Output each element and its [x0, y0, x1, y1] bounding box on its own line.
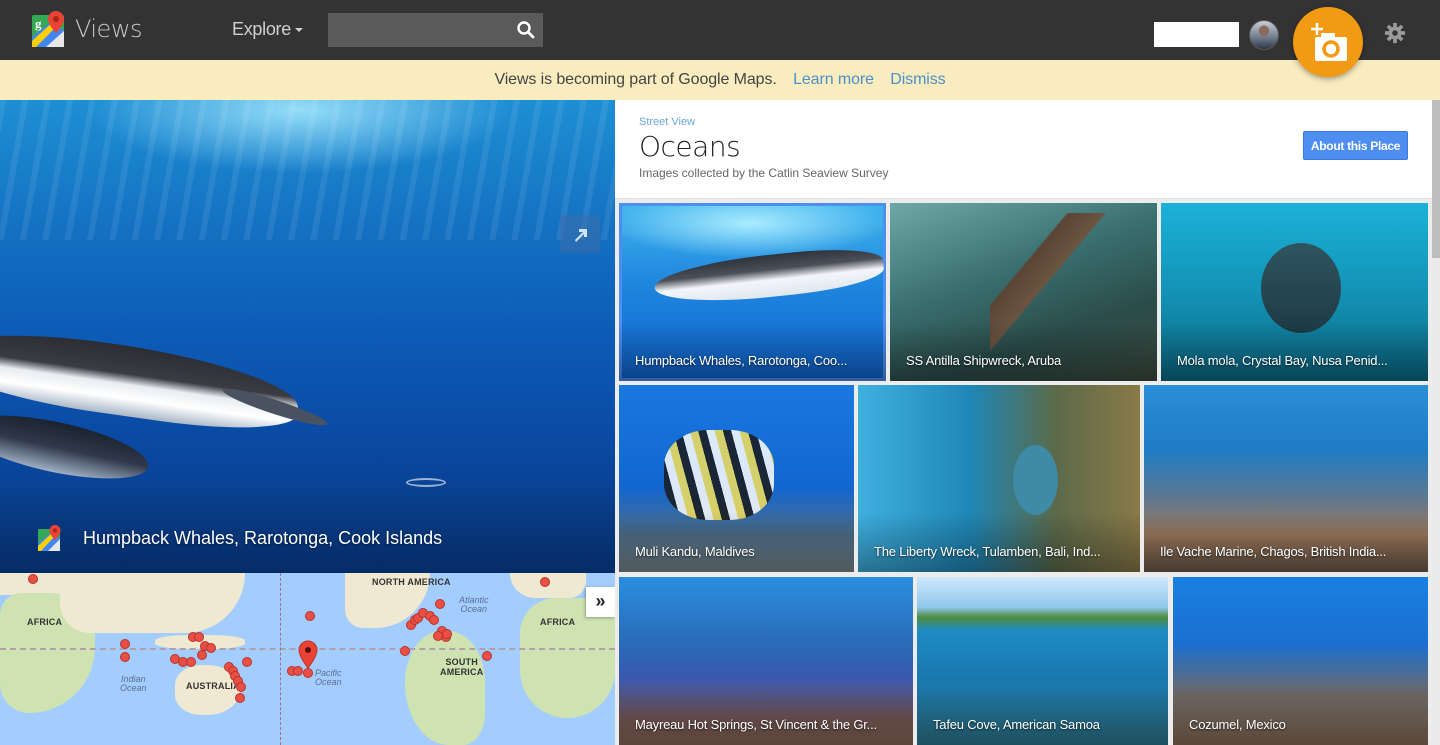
photo-tile[interactable]: Humpback Whales, Rarotonga, Coo... — [619, 203, 886, 381]
map-label-text: Ocean — [120, 683, 147, 693]
map-label-indian-ocean: Indian Ocean — [120, 675, 147, 693]
tile-gradient — [917, 685, 1168, 745]
map-marker[interactable] — [206, 643, 216, 653]
svg-text:g: g — [35, 16, 42, 31]
selected-location-pin-icon[interactable] — [298, 640, 318, 678]
map-marker[interactable] — [186, 657, 196, 667]
tile-label: Mayreau Hot Springs, St Vincent & the Gr… — [635, 717, 877, 732]
google-maps-logo-icon — [38, 525, 61, 551]
date-line — [280, 573, 281, 745]
panorama-caption: Humpback Whales, Rarotonga, Cook Islands — [38, 525, 442, 551]
map-label-africa: AFRICA — [540, 617, 576, 627]
map-label-atlantic-ocean: Atlantic Ocean — [459, 596, 489, 614]
photo-tile[interactable]: SS Antilla Shipwreck, Aruba — [890, 203, 1157, 381]
notice-banner: Views is becoming part of Google Maps. L… — [0, 60, 1440, 100]
scrollbar-thumb[interactable] — [1432, 100, 1440, 258]
map-label-text: SOUTH — [445, 657, 478, 667]
map-marker[interactable] — [197, 650, 207, 660]
map-marker[interactable] — [28, 574, 38, 584]
map-marker[interactable] — [482, 651, 492, 661]
tile-gradient — [1144, 512, 1428, 572]
account-name-box[interactable] — [1154, 22, 1239, 47]
world-map[interactable]: AFRICA AFRICA NORTH AMERICA AUSTRALIA SO… — [0, 573, 615, 745]
banner-message: Views is becoming part of Google Maps. — [494, 71, 777, 88]
search-icon[interactable] — [514, 18, 538, 42]
tile-image-subject — [664, 430, 774, 520]
tile-label: The Liberty Wreck, Tulamben, Bali, Ind..… — [874, 544, 1101, 559]
panorama-viewer[interactable]: Humpback Whales, Rarotonga, Cook Islands — [0, 100, 615, 573]
tile-label: Tafeu Cove, American Samoa — [933, 717, 1100, 732]
photo-tile[interactable]: The Liberty Wreck, Tulamben, Bali, Ind..… — [858, 385, 1140, 572]
map-label-africa: AFRICA — [27, 617, 63, 627]
map-label-south-america: SOUTH AMERICA — [440, 657, 483, 677]
map-marker[interactable] — [120, 639, 130, 649]
map-marker[interactable] — [540, 577, 550, 587]
learn-more-link[interactable]: Learn more — [793, 71, 874, 88]
water-surface — [0, 100, 615, 240]
expand-arrow-icon — [575, 229, 587, 242]
add-photo-camera-icon — [1311, 23, 1347, 61]
tile-gradient — [1173, 685, 1428, 745]
tile-gradient — [858, 512, 1140, 572]
tile-gradient — [619, 685, 913, 745]
gear-icon[interactable] — [1384, 22, 1406, 44]
map-marker[interactable] — [120, 652, 130, 662]
photo-tile[interactable]: Cozumel, Mexico — [1173, 577, 1428, 745]
tile-image-subject — [1261, 243, 1341, 333]
collapse-panel-button[interactable]: » — [586, 587, 615, 617]
user-avatar[interactable] — [1249, 20, 1279, 50]
expand-button[interactable] — [560, 215, 600, 253]
tile-gradient — [1161, 321, 1428, 381]
chevron-down-icon — [294, 28, 303, 33]
photo-tile[interactable]: Mayreau Hot Springs, St Vincent & the Gr… — [619, 577, 913, 745]
breadcrumb-street-view[interactable]: Street View — [639, 116, 695, 128]
dismiss-link[interactable]: Dismiss — [890, 71, 945, 88]
tile-image-subject — [1013, 445, 1058, 515]
explore-menu[interactable]: Explore — [232, 19, 303, 40]
land-asia — [60, 573, 245, 633]
tile-label: Ile Vache Marine, Chagos, British India.… — [1160, 544, 1387, 559]
collection-header: Street View Oceans Images collected by t… — [615, 100, 1432, 199]
map-marker[interactable] — [305, 611, 315, 621]
collection-subtitle: Images collected by the Catlin Seaview S… — [639, 166, 889, 180]
search-input[interactable] — [328, 13, 543, 47]
google-maps-logo-icon[interactable]: g — [32, 11, 68, 49]
map-marker[interactable] — [235, 693, 245, 703]
map-marker[interactable] — [400, 646, 410, 656]
photo-tile[interactable]: Ile Vache Marine, Chagos, British India.… — [1144, 385, 1428, 572]
photo-tile[interactable]: Tafeu Cove, American Samoa — [917, 577, 1168, 745]
add-photo-button[interactable] — [1293, 7, 1363, 77]
map-label-text: Ocean — [460, 604, 488, 614]
collection-title: Oceans — [639, 130, 741, 163]
explore-label: Explore — [232, 19, 291, 39]
map-label-australia: AUSTRALIA — [186, 681, 240, 691]
map-label-pacific-ocean: Pacific Ocean — [315, 669, 342, 687]
map-label-north-america: NORTH AMERICA — [372, 577, 451, 587]
tile-gradient — [619, 512, 854, 572]
app-title[interactable]: Views — [75, 15, 142, 43]
tile-gradient — [890, 321, 1157, 381]
map-marker[interactable] — [236, 682, 246, 692]
tile-label: Humpback Whales, Rarotonga, Coo... — [635, 353, 848, 368]
panorama-title: Humpback Whales, Rarotonga, Cook Islands — [83, 527, 443, 548]
map-marker[interactable] — [429, 615, 439, 625]
tile-gradient — [619, 321, 886, 381]
photo-tile[interactable]: Mola mola, Crystal Bay, Nusa Penid... — [1161, 203, 1428, 381]
map-label-text: Ocean — [315, 677, 342, 687]
map-marker[interactable] — [442, 629, 452, 639]
tile-image-subject — [652, 243, 886, 309]
tile-label: SS Antilla Shipwreck, Aruba — [906, 353, 1062, 368]
map-marker[interactable] — [435, 599, 445, 609]
collection-panel: Street View Oceans Images collected by t… — [615, 100, 1432, 745]
map-label-text: AMERICA — [440, 667, 484, 677]
tile-label: Mola mola, Crystal Bay, Nusa Penid... — [1177, 353, 1388, 368]
photo-tile[interactable]: Muli Kandu, Maldives — [619, 385, 854, 572]
tile-label: Muli Kandu, Maldives — [635, 544, 755, 559]
about-this-place-button[interactable]: About this Place — [1303, 131, 1408, 160]
map-marker[interactable] — [242, 657, 252, 667]
tile-label: Cozumel, Mexico — [1189, 717, 1286, 732]
top-bar: g Views Explore — [0, 0, 1440, 77]
